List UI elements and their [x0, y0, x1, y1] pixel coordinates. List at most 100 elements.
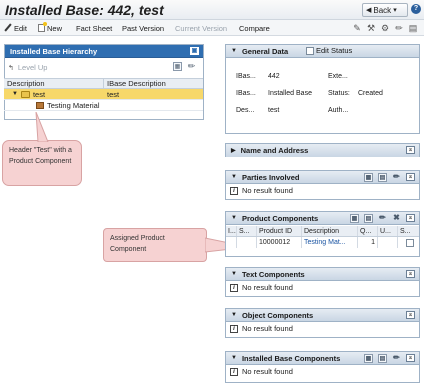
collapse-arrow-icon[interactable]: ▼ [231, 215, 237, 221]
text-components-header[interactable]: ▼ Text Components ⌅ [226, 268, 419, 281]
collapse-arrow-icon[interactable]: ▼ [231, 355, 237, 361]
back-label: Back [373, 5, 392, 15]
toolbar: Edit New Fact Sheet Past Version Current… [0, 20, 424, 36]
row-checkbox[interactable] [405, 238, 414, 247]
info-icon: i [230, 186, 238, 195]
general-data-header[interactable]: ▼ General Data Edit Status [226, 45, 419, 58]
delete-icon[interactable]: ✖ [392, 214, 401, 223]
cell-select [398, 237, 419, 248]
parties-header[interactable]: ▼ Parties Involved ▦ ▤ ✏ ⌅ [226, 171, 419, 184]
cell [378, 237, 398, 248]
collapse-arrow-icon[interactable]: ▼ [231, 174, 237, 180]
cell-product-id: 10000012 [257, 237, 302, 248]
excel-icon[interactable]: ▦ [173, 62, 182, 71]
column-header: Q... [358, 226, 378, 236]
table-row[interactable]: 10000012 Testing Mat... 1 [226, 237, 419, 248]
hierarchy-table: Description IBase Description ▼ test tes… [4, 78, 203, 111]
pencil-icon[interactable]: ✏ [378, 214, 387, 223]
product-components-table: I... S... Product ID Description Q... U.… [226, 226, 419, 248]
help-icon[interactable]: ? [411, 4, 421, 14]
object-components-header[interactable]: ▼ Object Components ⌅ [226, 309, 419, 322]
table-header: I... S... Product ID Description Q... U.… [226, 226, 419, 237]
collapse-icon[interactable]: ⌅ [406, 173, 415, 181]
no-result-row: i No result found [226, 365, 419, 378]
back-button[interactable]: ◀ Back ▾ [362, 3, 408, 17]
no-result-row: i No result found [226, 184, 419, 197]
material-icon [36, 101, 44, 109]
compare-button[interactable]: Compare [239, 22, 270, 34]
general-data-title: General Data [241, 46, 289, 56]
level-up-label: Level Up [17, 63, 48, 72]
field-value: Created [358, 90, 383, 97]
pencil-icon[interactable]: ✏ [392, 354, 401, 363]
expand-arrow-icon[interactable]: ▼ [12, 91, 18, 97]
no-result-text: No result found [242, 367, 293, 376]
info-icon: i [230, 283, 238, 292]
edit-label: Edit [14, 23, 27, 33]
fact-sheet-button[interactable]: Fact Sheet [76, 22, 112, 34]
tools-icon[interactable]: ⚙ [380, 23, 390, 33]
dropdown-icon: ▾ [393, 7, 397, 14]
text-components-title: Text Components [241, 269, 305, 279]
pencil-icon[interactable]: ✏ [392, 173, 401, 182]
field-label: IBas... [236, 90, 256, 97]
hierarchy-panel-header: Installed Base Hierarchy ▣ [5, 45, 203, 58]
past-version-button[interactable]: Past Version [122, 22, 164, 34]
expand-icon[interactable]: ▣ [190, 47, 199, 55]
table-header: Description IBase Description [4, 78, 203, 89]
field-value: test [268, 107, 280, 114]
tree-cell: Testing Material [4, 101, 104, 110]
current-version-button: Current Version [175, 23, 228, 33]
callout-tail-header [35, 112, 49, 142]
column-header: Description [302, 226, 358, 236]
print-icon[interactable]: ▤ [408, 23, 418, 33]
collapse-icon[interactable]: ⌅ [406, 214, 415, 222]
personalize-icon[interactable]: ✎ [352, 23, 362, 33]
callout-header: Header "Test" with a Product Component [2, 140, 82, 186]
installed-base-components-header[interactable]: ▼ Installed Base Components ▦ ▤ ✏ ⌅ [226, 352, 419, 365]
no-result-text: No result found [242, 283, 293, 292]
add-icon[interactable]: ▤ [378, 173, 387, 182]
cell-quantity: 1 [358, 237, 378, 248]
edit-button[interactable]: Edit [4, 22, 27, 34]
excel-icon[interactable]: ▦ [350, 214, 359, 223]
expand-arrow-icon[interactable]: ▶ [231, 147, 236, 154]
excel-icon[interactable]: ▦ [364, 354, 373, 363]
installed-base-components-title: Installed Base Components [241, 353, 341, 363]
folder-icon [20, 90, 30, 98]
collapse-icon[interactable]: ⌅ [406, 354, 415, 362]
collapse-arrow-icon[interactable]: ▼ [231, 271, 237, 277]
cell-description-link[interactable]: Testing Mat... [302, 237, 358, 248]
pencil-icon[interactable]: ✏ [187, 62, 196, 71]
collapse-icon[interactable]: ⌅ [406, 311, 415, 319]
object-components-title: Object Components [241, 310, 314, 320]
add-icon[interactable]: ▤ [364, 214, 373, 223]
edit-status-label: Edit Status [316, 46, 353, 55]
collapse-arrow-icon[interactable]: ▼ [231, 48, 237, 54]
wrench-icon[interactable]: ⚒ [366, 23, 376, 33]
excel-icon[interactable]: ▦ [364, 173, 373, 182]
column-header: Description [4, 79, 104, 88]
table-row[interactable]: Testing Material [4, 100, 203, 111]
general-data-panel: ▼ General Data Edit Status [225, 44, 420, 134]
new-button[interactable]: New [38, 22, 62, 34]
add-icon[interactable]: ▤ [378, 354, 387, 363]
page-title: Installed Base: 442, test [5, 2, 164, 18]
edit-pen-icon[interactable]: ✏ [394, 23, 404, 33]
column-header: S... [237, 226, 257, 236]
table-row[interactable]: ▼ test test [4, 89, 203, 100]
no-result-row: i No result found [226, 281, 419, 294]
collapse-icon[interactable]: ⌅ [406, 270, 415, 278]
product-components-header[interactable]: ▼ Product Components ▦ ▤ ✏ ✖ ⌅ [226, 212, 419, 225]
collapse-arrow-icon[interactable]: ▼ [231, 312, 237, 318]
name-address-header[interactable]: ▶ Name and Address ⌅ [226, 144, 419, 157]
cell [226, 237, 237, 248]
field-label: Auth... [328, 107, 349, 114]
row-ibase: test [107, 89, 120, 99]
installed-base-components-panel: ▼ Installed Base Components ▦ ▤ ✏ ⌅ i No… [225, 351, 420, 383]
hierarchy-title: Installed Base Hierarchy [10, 46, 98, 56]
new-label: New [47, 23, 63, 33]
edit-status-button[interactable]: Edit Status [306, 46, 352, 55]
row-description: Testing Material [47, 100, 100, 110]
collapse-icon[interactable]: ⌅ [406, 146, 415, 154]
